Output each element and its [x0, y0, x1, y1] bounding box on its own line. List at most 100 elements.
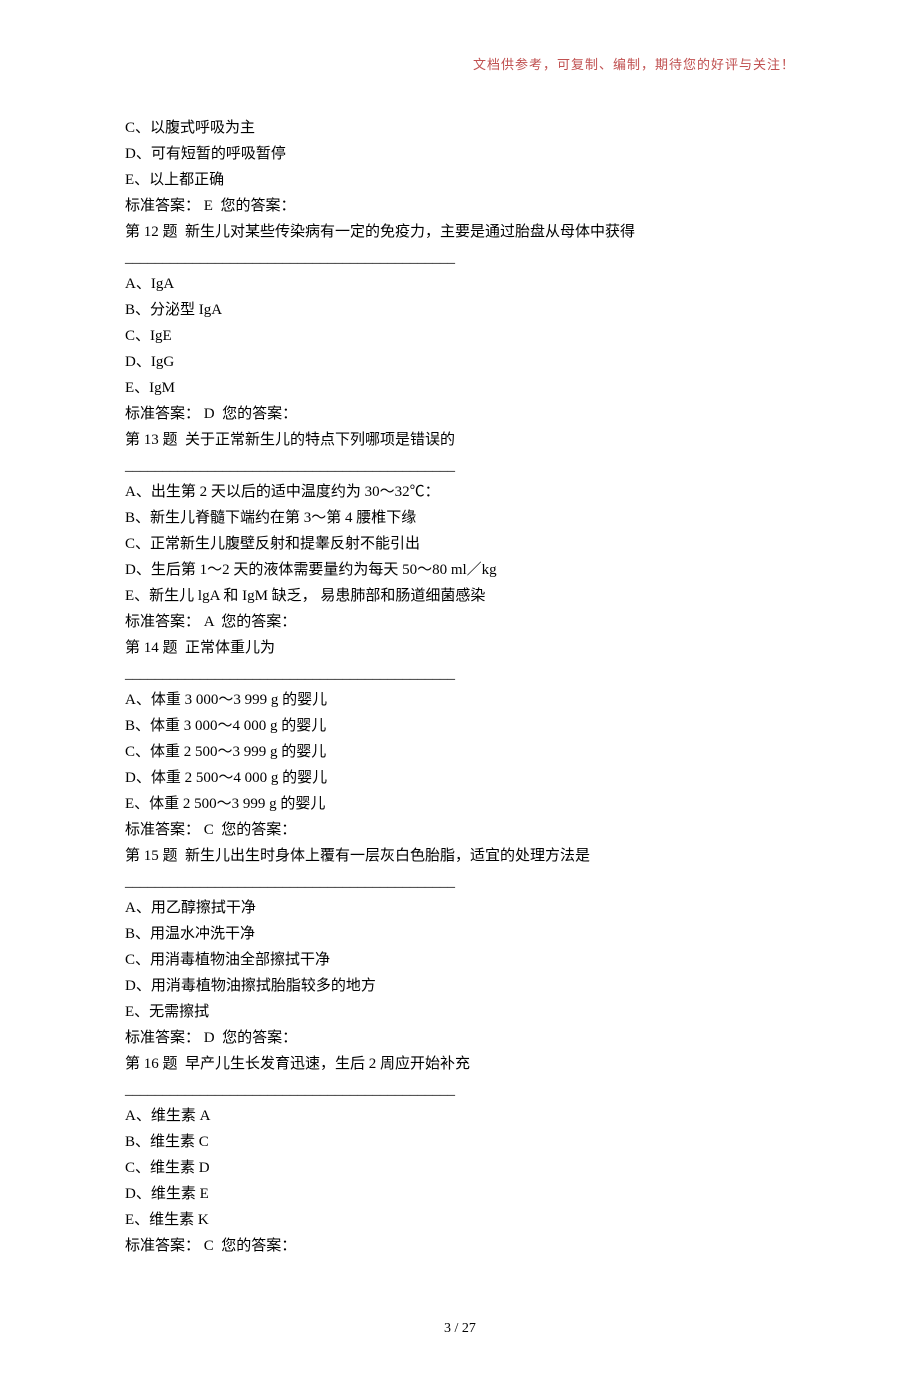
option-text: 体重 2 500～3 999 g 的婴儿 [150, 744, 326, 760]
option-prefix-c: C、 [125, 536, 150, 552]
option-prefix-d: D、 [125, 1186, 151, 1202]
option-b: B、分泌型 IgA [125, 298, 795, 322]
option-text: 体重 2 500～4 000 g 的婴儿 [151, 770, 327, 786]
question-number: 第 14 题 [125, 640, 178, 656]
option-prefix-b: B、 [125, 718, 150, 734]
option-a: A、IgA [125, 272, 795, 296]
answer-value: C [204, 822, 214, 838]
question-13-title: 第 13 题 关于正常新生儿的特点下列哪项是错误的 [125, 428, 795, 452]
option-prefix-e: E、 [125, 588, 149, 604]
answer-value: C [204, 1238, 214, 1254]
option-text: 以上都正确 [149, 172, 224, 188]
option-text: IgM [149, 380, 175, 396]
option-text: 生后第 1～2 天的液体需要量约为每天 50～80 ml／kg [151, 562, 497, 578]
option-prefix-b: B、 [125, 510, 150, 526]
option-text: 可有短暂的呼吸暂停 [151, 146, 286, 162]
option-text: 无需擦拭 [149, 1004, 209, 1020]
question-16-title: 第 16 题 早产儿生长发育迅速，生后 2 周应开始补充 [125, 1052, 795, 1076]
option-text: 体重 3 000～4 000 g 的婴儿 [150, 718, 326, 734]
option-prefix-c: C、 [125, 328, 150, 344]
option-d: D、维生素 E [125, 1182, 795, 1206]
answer-suffix: 您的答案： [214, 1238, 297, 1254]
option-d: D、IgG [125, 350, 795, 374]
option-prefix-b: B、 [125, 302, 150, 318]
answer-value: D [204, 1030, 215, 1046]
option-e: E、IgM [125, 376, 795, 400]
option-prefix-d: D、 [125, 562, 151, 578]
separator: ________________________________________… [125, 454, 795, 478]
option-text: 分泌型 IgA [150, 302, 222, 318]
separator: ________________________________________… [125, 1078, 795, 1102]
option-prefix-e: E、 [125, 1004, 149, 1020]
answer-prefix: 标准答案： [125, 406, 204, 422]
option-c: C、正常新生儿腹壁反射和提睾反射不能引出 [125, 532, 795, 556]
question-text: 正常体重儿为 [178, 640, 276, 656]
answer-prefix: 标准答案： [125, 198, 204, 214]
header-note: 文档供参考，可复制、编制，期待您的好评与关注！ [125, 55, 795, 76]
option-c: C、体重 2 500～3 999 g 的婴儿 [125, 740, 795, 764]
option-text: 用乙醇擦拭干净 [151, 900, 256, 916]
option-text: 用消毒植物油全部擦拭干净 [150, 952, 330, 968]
option-prefix-a: A、 [125, 692, 151, 708]
answer-line: 标准答案： E 您的答案： [125, 194, 795, 218]
option-text: 以腹式呼吸为主 [150, 120, 255, 136]
answer-prefix: 标准答案： [125, 614, 204, 630]
option-text: 维生素 A [151, 1108, 211, 1124]
option-e: E、维生素 K [125, 1208, 795, 1232]
answer-suffix: 您的答案： [215, 406, 298, 422]
option-text: 用消毒植物油擦拭胎脂较多的地方 [151, 978, 376, 994]
option-text: IgG [151, 354, 174, 370]
option-prefix-b: B、 [125, 926, 150, 942]
answer-line: 标准答案： D 您的答案： [125, 402, 795, 426]
option-prefix-e: E、 [125, 1212, 149, 1228]
option-text: IgA [151, 276, 174, 292]
option-prefix-c: C、 [125, 120, 150, 136]
option-text: 体重 3 000～3 999 g 的婴儿 [151, 692, 327, 708]
option-text: 新生儿 lgA 和 IgM 缺乏， 易患肺部和肠道细菌感染 [149, 588, 485, 604]
answer-value: D [204, 406, 215, 422]
option-text: 出生第 2 天以后的适中温度约为 30～32℃： [151, 484, 440, 500]
option-b: B、体重 3 000～4 000 g 的婴儿 [125, 714, 795, 738]
option-a: A、出生第 2 天以后的适中温度约为 30～32℃： [125, 480, 795, 504]
question-text: 关于正常新生儿的特点下列哪项是错误的 [178, 432, 456, 448]
option-text: 维生素 D [150, 1160, 210, 1176]
answer-line: 标准答案： D 您的答案： [125, 1026, 795, 1050]
answer-suffix: 您的答案： [214, 822, 297, 838]
option-text: 用温水冲洗干净 [150, 926, 255, 942]
option-prefix-a: A、 [125, 1108, 151, 1124]
option-c: C、IgE [125, 324, 795, 348]
option-c: C、用消毒植物油全部擦拭干净 [125, 948, 795, 972]
option-prefix-e: E、 [125, 172, 149, 188]
answer-value: E [204, 198, 213, 214]
question-number: 第 13 题 [125, 432, 178, 448]
option-prefix-a: A、 [125, 900, 151, 916]
question-text: 新生儿对某些传染病有一定的免疫力，主要是通过胎盘从母体中获得 [178, 224, 636, 240]
question-number: 第 12 题 [125, 224, 178, 240]
option-text: 维生素 K [149, 1212, 209, 1228]
option-prefix-c: C、 [125, 744, 150, 760]
answer-prefix: 标准答案： [125, 1238, 204, 1254]
option-prefix-e: E、 [125, 380, 149, 396]
option-d: D、生后第 1～2 天的液体需要量约为每天 50～80 ml／kg [125, 558, 795, 582]
question-text: 新生儿出生时身体上覆有一层灰白色胎脂，适宜的处理方法是 [178, 848, 591, 864]
question-text: 早产儿生长发育迅速，生后 2 周应开始补充 [178, 1056, 471, 1072]
answer-value: A [204, 614, 214, 630]
option-c: C、以腹式呼吸为主 [125, 116, 795, 140]
question-12-title: 第 12 题 新生儿对某些传染病有一定的免疫力，主要是通过胎盘从母体中获得 [125, 220, 795, 244]
option-text: 体重 2 500～3 999 g 的婴儿 [149, 796, 325, 812]
option-text: 正常新生儿腹壁反射和提睾反射不能引出 [150, 536, 420, 552]
separator: ________________________________________… [125, 870, 795, 894]
option-prefix-d: D、 [125, 354, 151, 370]
answer-prefix: 标准答案： [125, 822, 204, 838]
option-e: E、新生儿 lgA 和 IgM 缺乏， 易患肺部和肠道细菌感染 [125, 584, 795, 608]
answer-prefix: 标准答案： [125, 1030, 204, 1046]
option-prefix-c: C、 [125, 1160, 150, 1176]
option-text: 新生儿脊髓下端约在第 3～第 4 腰椎下缘 [150, 510, 416, 526]
option-a: A、用乙醇擦拭干净 [125, 896, 795, 920]
separator: ________________________________________… [125, 662, 795, 686]
answer-suffix: 您的答案： [213, 198, 296, 214]
option-e: E、以上都正确 [125, 168, 795, 192]
option-b: B、用温水冲洗干净 [125, 922, 795, 946]
document-page: 文档供参考，可复制、编制，期待您的好评与关注！ C、以腹式呼吸为主 D、可有短暂… [0, 0, 920, 1380]
question-15-title: 第 15 题 新生儿出生时身体上覆有一层灰白色胎脂，适宜的处理方法是 [125, 844, 795, 868]
